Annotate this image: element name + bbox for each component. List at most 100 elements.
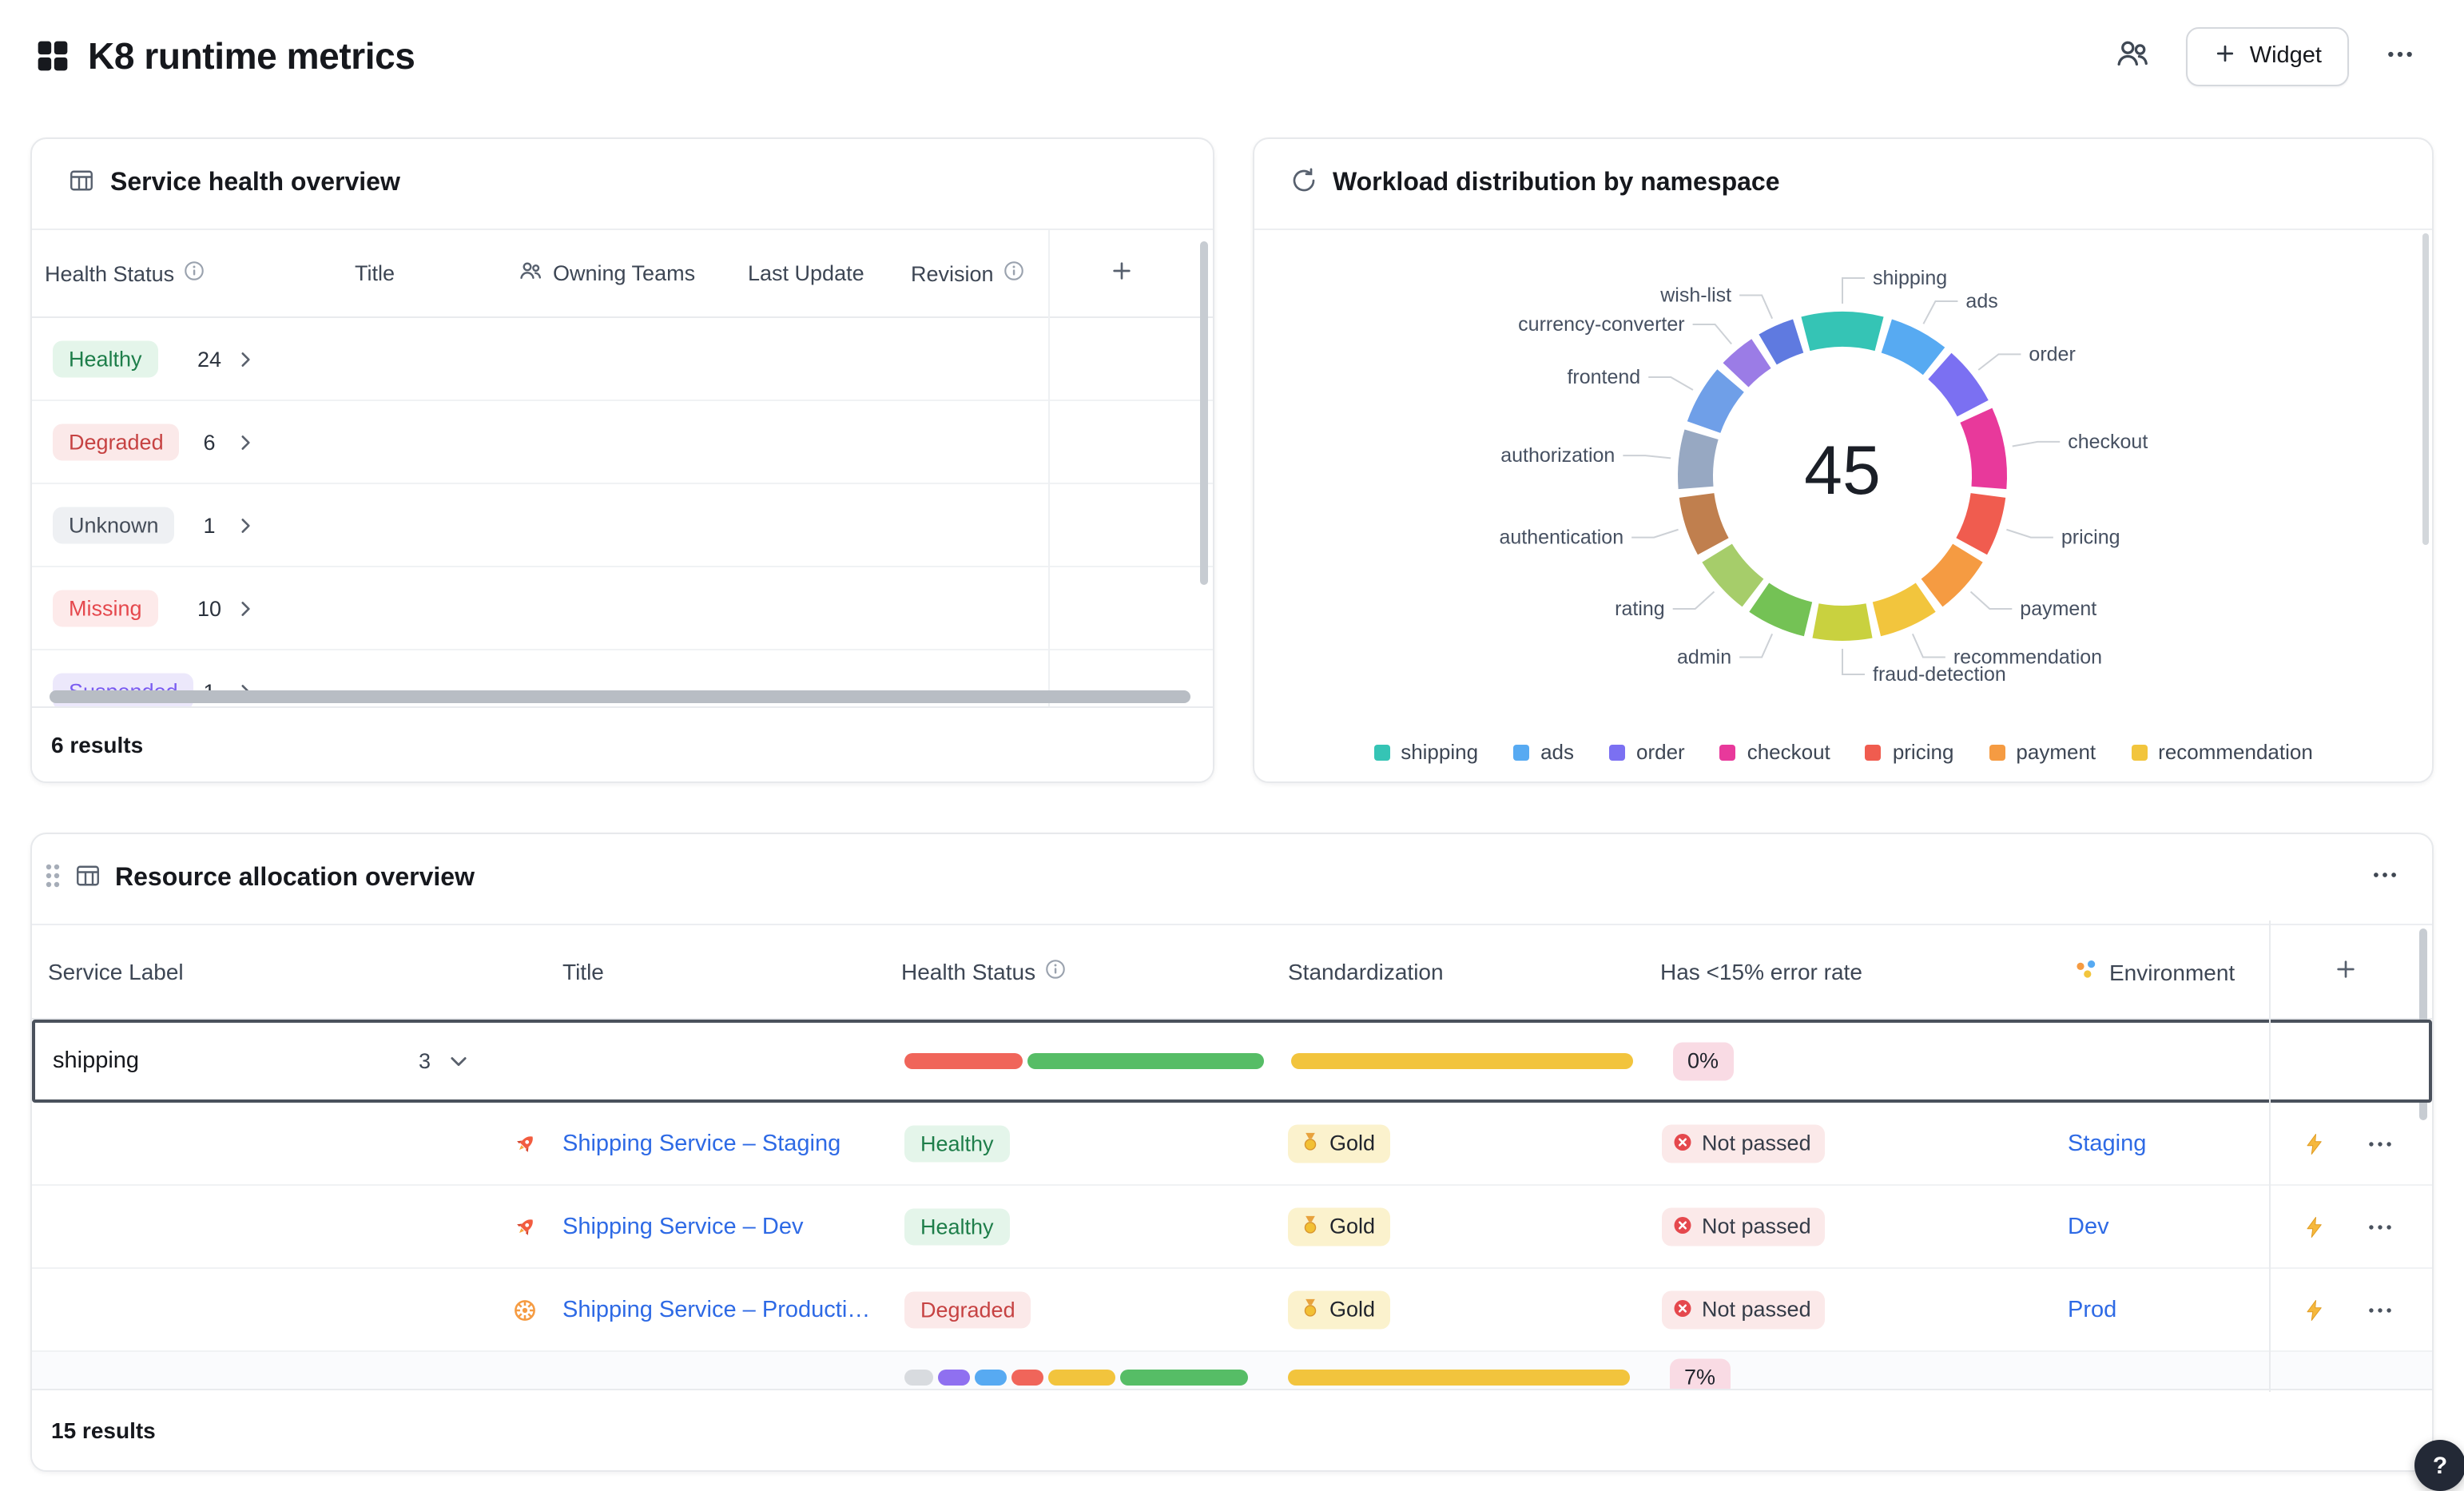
- scorecard-bolt-icon[interactable]: [2303, 1131, 2327, 1156]
- environment-link[interactable]: Staging: [2068, 1131, 2146, 1156]
- add-column-button[interactable]: [1109, 258, 1135, 288]
- legend-item[interactable]: shipping: [1373, 740, 1478, 764]
- legend-item[interactable]: ads: [1513, 740, 1574, 764]
- legend-item[interactable]: recommendation: [2131, 740, 2313, 764]
- legend-swatch: [1866, 744, 1882, 760]
- legend-item[interactable]: order: [1609, 740, 1685, 764]
- column-title[interactable]: Title: [355, 261, 395, 285]
- medal-icon: [1299, 1214, 1321, 1240]
- legend-item[interactable]: pricing: [1866, 740, 1954, 764]
- donut-segment-wish-list[interactable]: [1768, 336, 1798, 350]
- chevron-right-icon[interactable]: [235, 431, 256, 452]
- add-column-button[interactable]: [2333, 956, 2359, 987]
- donut-leader-line: [1693, 324, 1732, 344]
- header-actions: Widget: [2108, 26, 2422, 85]
- donut-center-total: 45: [1683, 433, 2002, 511]
- rocket-icon: [511, 1213, 539, 1240]
- error-rate-badge: 0%: [1673, 1043, 1733, 1080]
- donut-segment-rating[interactable]: [1717, 553, 1753, 593]
- wheel-icon: [511, 1296, 539, 1323]
- donut-segment-frontend[interactable]: [1704, 381, 1731, 427]
- share-users-button[interactable]: [2108, 29, 2157, 83]
- drag-handle-icon[interactable]: [45, 862, 61, 896]
- row-more-button[interactable]: [2365, 1128, 2395, 1159]
- group-row-shipping[interactable]: shipping 3 0%: [32, 1020, 2432, 1103]
- horizontal-scrollbar-thumb[interactable]: [50, 690, 1190, 703]
- vertical-scrollbar-thumb[interactable]: [2422, 233, 2429, 545]
- column-environment[interactable]: Environment: [2074, 958, 2235, 985]
- donut-label: admin: [1677, 646, 1731, 669]
- column-service-label[interactable]: Service Label: [48, 959, 184, 984]
- status-row-missing[interactable]: Missing 10: [32, 567, 1213, 650]
- scorecard-bolt-icon[interactable]: [2303, 1214, 2327, 1239]
- table-icon: [67, 165, 96, 202]
- donut-segment-fraud-detection[interactable]: [1815, 621, 1869, 623]
- header-more-button[interactable]: [2378, 31, 2422, 81]
- service-row[interactable]: Shipping Service – Staging Healthy Gold …: [32, 1103, 2432, 1186]
- column-owning-teams[interactable]: Owning Teams: [518, 258, 695, 288]
- status-row-unknown[interactable]: Unknown 1: [32, 484, 1213, 567]
- legend-label: ads: [1540, 740, 1574, 764]
- status-badge: Healthy: [53, 340, 158, 378]
- info-icon[interactable]: [1045, 959, 1066, 984]
- donut-segment-payment[interactable]: [1932, 553, 1968, 593]
- donut-leader-line: [1842, 649, 1865, 674]
- service-title-link[interactable]: Shipping Service – Dev: [562, 1214, 803, 1239]
- donut-segment-currency-converter[interactable]: [1736, 354, 1762, 376]
- donut-label: pricing: [2061, 527, 2120, 549]
- service-row[interactable]: Shipping Service – Dev Healthy Gold Not …: [32, 1186, 2432, 1269]
- column-standardization[interactable]: Standardization: [1288, 959, 1444, 984]
- chevron-right-icon[interactable]: [235, 348, 256, 369]
- service-title-link[interactable]: Shipping Service – Staging: [562, 1131, 841, 1156]
- status-badge: Missing: [53, 590, 158, 627]
- standardization-bar: [1291, 1053, 1633, 1069]
- card-more-button[interactable]: [2370, 860, 2400, 898]
- info-icon[interactable]: [184, 260, 205, 286]
- legend-swatch: [2131, 744, 2147, 760]
- ellipsis-icon: [2384, 38, 2416, 74]
- donut-segment-admin[interactable]: [1759, 598, 1808, 619]
- vertical-scrollbar-thumb[interactable]: [1200, 241, 1208, 585]
- add-widget-button[interactable]: Widget: [2186, 26, 2349, 85]
- info-icon[interactable]: [1003, 260, 1024, 286]
- donut-segment-recommendation[interactable]: [1877, 598, 1925, 619]
- status-row-healthy[interactable]: Healthy 24: [32, 318, 1213, 401]
- donut-segment-order[interactable]: [1940, 366, 1973, 408]
- donut-label: rating: [1615, 598, 1665, 620]
- results-count: 15 results: [51, 1417, 156, 1443]
- legend-item[interactable]: payment: [1989, 740, 2096, 764]
- column-error-rate[interactable]: Has <15% error rate: [1660, 959, 1862, 984]
- row-more-button[interactable]: [2365, 1211, 2395, 1242]
- add-widget-label: Widget: [2250, 43, 2322, 69]
- donut-segment-shipping[interactable]: [1806, 329, 1879, 334]
- workload-chart-area: shipping ads order checkout pricing payment re…: [1254, 230, 2432, 783]
- donut-label: order: [2029, 343, 2075, 365]
- row-more-button[interactable]: [2365, 1294, 2395, 1325]
- legend-swatch: [1513, 744, 1529, 760]
- environment-link[interactable]: Prod: [2068, 1297, 2116, 1322]
- column-title[interactable]: Title: [562, 959, 604, 984]
- status-row-degraded[interactable]: Degraded 6: [32, 401, 1213, 484]
- service-title-link[interactable]: Shipping Service – Producti…: [562, 1297, 870, 1322]
- legend-label: order: [1636, 740, 1685, 764]
- dashboard-page: K8 runtime metrics Widget: [0, 0, 2464, 1480]
- environment-link[interactable]: Dev: [2068, 1214, 2109, 1239]
- donut-label: authentication: [1499, 527, 1623, 549]
- status-count: 6: [187, 430, 232, 454]
- plus-icon: [1109, 258, 1135, 288]
- legend-item[interactable]: checkout: [1720, 740, 1830, 764]
- donut-segment-ads[interactable]: [1886, 336, 1933, 361]
- column-health-status[interactable]: Health Status: [901, 959, 1066, 984]
- column-revision[interactable]: Revision: [911, 260, 1024, 286]
- workload-legend: shipping ads order checkout pricing payment re…: [1254, 740, 2432, 764]
- service-row[interactable]: Shipping Service – Producti… Degraded Go…: [32, 1269, 2432, 1352]
- legend-swatch: [1373, 744, 1389, 760]
- column-health-status[interactable]: Health Status: [45, 260, 205, 286]
- chevron-right-icon[interactable]: [235, 598, 256, 618]
- chevron-down-icon[interactable]: [447, 1050, 470, 1072]
- chevron-right-icon[interactable]: [235, 515, 256, 535]
- scorecard-bolt-icon[interactable]: [2303, 1297, 2327, 1322]
- service-health-title: Service health overview: [110, 169, 400, 198]
- column-last-update[interactable]: Last Update: [748, 261, 864, 285]
- help-button[interactable]: ?: [2414, 1440, 2464, 1491]
